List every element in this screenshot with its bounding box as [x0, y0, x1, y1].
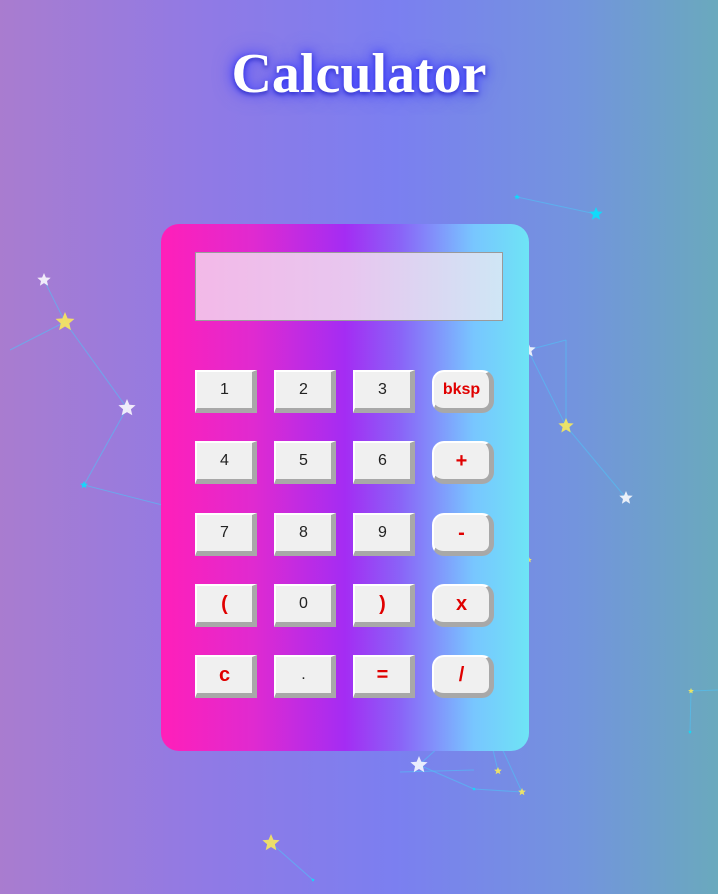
page-title: Calculator — [231, 43, 487, 105]
key-7[interactable]: 7 — [195, 513, 257, 556]
key-clear[interactable]: c — [195, 655, 257, 698]
key-9[interactable]: 9 — [353, 513, 415, 556]
star-icon — [518, 788, 526, 796]
key-backspace[interactable]: bksp — [432, 370, 494, 413]
star-icon — [514, 194, 520, 200]
key-equals[interactable]: = — [353, 655, 415, 698]
key-5[interactable]: 5 — [274, 441, 336, 484]
key-minus[interactable]: - — [432, 513, 494, 556]
star-icon — [118, 399, 136, 416]
constellation-line — [527, 349, 567, 427]
constellation-line — [565, 425, 627, 499]
key-8[interactable]: 8 — [274, 513, 336, 556]
constellation-line — [418, 764, 475, 790]
star-icon — [589, 207, 603, 220]
calculator-body: 1 2 3 bksp 4 5 6 +7 8 9- (0) x c. = / — [161, 224, 529, 751]
key-4[interactable]: 4 — [195, 441, 257, 484]
key-6[interactable]: 6 — [353, 441, 415, 484]
constellation-line — [690, 689, 718, 692]
constellation-line — [270, 842, 314, 881]
key-0[interactable]: 0 — [274, 584, 336, 627]
key-plus[interactable]: + — [432, 441, 494, 484]
star-icon — [37, 273, 51, 286]
star-icon — [55, 312, 75, 331]
key-close-paren[interactable]: ) — [353, 584, 415, 627]
constellation-line — [64, 321, 128, 409]
constellation-line — [9, 321, 66, 351]
calculator-display — [195, 252, 503, 321]
constellation-line — [43, 279, 66, 323]
star-icon — [80, 481, 88, 489]
key-1[interactable]: 1 — [195, 370, 257, 413]
key-decimal[interactable]: . — [274, 655, 336, 698]
star-icon — [472, 787, 476, 791]
key-2[interactable]: 2 — [274, 370, 336, 413]
star-icon — [558, 418, 574, 433]
constellation-line — [689, 690, 692, 733]
key-open-paren[interactable]: ( — [195, 584, 257, 627]
key-divide[interactable]: / — [432, 655, 494, 698]
constellation-line — [473, 788, 523, 793]
star-icon — [494, 767, 502, 775]
star-icon — [410, 756, 428, 773]
constellation-line — [399, 769, 475, 773]
key-3[interactable]: 3 — [353, 370, 415, 413]
key-multiply[interactable]: x — [432, 584, 494, 627]
constellation-line — [516, 196, 597, 215]
constellation-line — [83, 407, 128, 486]
star-icon — [688, 730, 692, 734]
